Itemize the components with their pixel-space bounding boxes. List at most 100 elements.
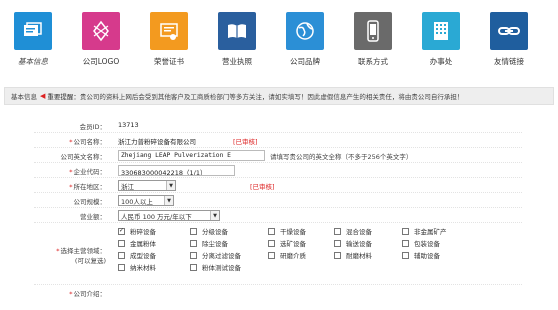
industry-option[interactable]: 包装设备 xyxy=(402,238,440,248)
chevron-down-icon[interactable]: ▼ xyxy=(210,211,219,220)
nav-item-building[interactable]: 办事处 xyxy=(418,12,464,67)
nav-item-certificate[interactable]: 荣誉证书 xyxy=(146,12,192,67)
nav-item-globe[interactable]: 公司品牌 xyxy=(282,12,328,67)
region-status: [已审核] xyxy=(250,183,275,191)
industry-option[interactable]: 选矿设备 xyxy=(268,238,306,248)
industry-option[interactable]: 除尘设备 xyxy=(190,238,228,248)
top-nav: 基本信息 公司LOGO 荣誉证书 营业执照 公司品牌 联系方式 办事处 友情链接 xyxy=(0,0,558,80)
checkbox[interactable] xyxy=(402,251,409,259)
link-icon xyxy=(490,12,528,50)
industry-option[interactable]: 研磨介质 xyxy=(268,250,306,260)
checkbox-label: 包装设备 xyxy=(414,240,440,248)
nav-item-label: 营业执照 xyxy=(222,57,252,66)
scale-label: 公司规模： xyxy=(73,198,107,206)
checkbox-label: 干燥设备 xyxy=(280,228,306,236)
nav-item-label: 荣誉证书 xyxy=(154,57,184,66)
checkbox-label: 混合设备 xyxy=(346,228,372,236)
scale-select-value: 100人以上 xyxy=(121,197,153,206)
certificate-icon xyxy=(150,12,188,50)
industry-option[interactable]: 辅助设备 xyxy=(402,250,440,260)
industry-option[interactable]: 成型设备 xyxy=(118,250,156,260)
industry-option[interactable]: 混合设备 xyxy=(334,226,372,236)
checkbox[interactable] xyxy=(118,251,125,259)
notice-bold: 重要提醒： xyxy=(47,93,80,101)
nav-item-phone[interactable]: 联系方式 xyxy=(350,12,396,67)
region-select[interactable]: 浙江 ▼ xyxy=(118,180,176,191)
revenue-select[interactable]: 人民币 100 万元/年以下 ▼ xyxy=(118,210,220,221)
row-main-industry: *选择主营领域： (可以复选) ✓ 粉碎设备 分级设备 干燥设备 混合设备 非金属矿产 金属… xyxy=(34,223,522,285)
checkbox-label: 纳米材料 xyxy=(130,264,156,272)
revenue-select-value: 人民币 100 万元/年以下 xyxy=(121,212,192,221)
checkbox-label: 非金属矿产 xyxy=(414,228,447,236)
basic-info-form: 会员ID： 13713 *公司名称： 浙江力普粉碎设备有限公司 [已审核] 公司… xyxy=(34,118,522,300)
globe-icon xyxy=(286,12,324,50)
notice-text: 贵公司的资料上网后会受到其他客户及工商质检部门等多方关注，请如实填写！因此虚假信… xyxy=(79,93,464,101)
checkbox-label: 研磨介质 xyxy=(280,252,306,260)
checkbox-label: 分级设备 xyxy=(202,228,228,236)
row-intro: *公司介绍： xyxy=(34,285,522,300)
notice-prefix: 基本信息 xyxy=(11,93,37,101)
nav-item-label: 联系方式 xyxy=(358,57,388,66)
industry-option[interactable]: 输送设备 xyxy=(334,238,372,248)
row-scale: 公司规模： 100人以上 ▼ xyxy=(34,193,522,208)
industry-option[interactable]: 粉体测试设备 xyxy=(190,262,241,272)
checkbox[interactable] xyxy=(268,251,275,259)
checkbox-label: 金属粉体 xyxy=(130,240,156,248)
checkbox-label: 输送设备 xyxy=(346,240,372,248)
checkbox-label: 粉体测试设备 xyxy=(202,264,241,272)
checkbox[interactable] xyxy=(118,263,125,271)
checkbox[interactable] xyxy=(190,251,197,259)
company-name-value: 浙江力普粉碎设备有限公司 xyxy=(118,138,196,146)
row-revenue: 营业额： 人民币 100 万元/年以下 ▼ xyxy=(34,208,522,223)
checkbox[interactable] xyxy=(334,239,341,247)
checkbox[interactable] xyxy=(402,239,409,247)
chevron-down-icon[interactable]: ▼ xyxy=(166,181,175,190)
checkbox-label: 辅助设备 xyxy=(414,252,440,260)
industry-option[interactable]: 干燥设备 xyxy=(268,226,306,236)
nav-item-profile-card[interactable]: 基本信息 xyxy=(10,12,56,67)
enterprise-code-input[interactable]: 330683000042218（1/1） xyxy=(118,165,235,176)
row-english-name: 公司英文名称： Zhejiang LEAP Pulverization E 请填… xyxy=(34,148,522,163)
checkbox-label: 粉碎设备 xyxy=(130,228,156,236)
industry-option[interactable]: 非金属矿产 xyxy=(402,226,447,236)
english-name-label: 公司英文名称： xyxy=(60,153,107,161)
member-id-value: 13713 xyxy=(118,121,139,129)
member-id-label: 会员ID： xyxy=(79,123,106,131)
profile-card-icon xyxy=(14,12,52,50)
row-region: *所在地区： 浙江 ▼ [已审核] xyxy=(34,178,522,193)
checkbox-label: 除尘设备 xyxy=(202,240,228,248)
nav-item-license-book[interactable]: 营业执照 xyxy=(214,12,260,67)
english-name-input[interactable]: Zhejiang LEAP Pulverization E xyxy=(118,150,265,161)
company-name-label: *公司名称： xyxy=(69,138,106,146)
checkbox[interactable] xyxy=(190,227,197,235)
industry-option[interactable]: ✓ 粉碎设备 xyxy=(118,226,156,236)
nav-item-link[interactable]: 友情链接 xyxy=(486,12,532,67)
industry-option[interactable]: 分离过滤设备 xyxy=(190,250,241,260)
checkbox[interactable]: ✓ xyxy=(118,227,125,235)
checkbox[interactable] xyxy=(190,239,197,247)
nav-item-logo-shape[interactable]: 公司LOGO xyxy=(78,12,124,67)
row-member-id: 会员ID： 13713 xyxy=(34,118,522,133)
industry-option[interactable]: 耐磨材料 xyxy=(334,250,372,260)
scale-select[interactable]: 100人以上 ▼ xyxy=(118,195,174,206)
nav-item-label: 基本信息 xyxy=(18,57,48,66)
horn-icon: ◀ xyxy=(40,92,46,100)
checkbox[interactable] xyxy=(402,227,409,235)
checkbox[interactable] xyxy=(334,227,341,235)
checkbox[interactable] xyxy=(268,227,275,235)
industry-option[interactable]: 分级设备 xyxy=(190,226,228,236)
checkbox[interactable] xyxy=(334,251,341,259)
intro-label: *公司介绍： xyxy=(69,290,106,298)
industry-option[interactable]: 纳米材料 xyxy=(118,262,156,272)
checkbox[interactable] xyxy=(268,239,275,247)
chevron-down-icon[interactable]: ▼ xyxy=(164,196,173,205)
checkbox[interactable] xyxy=(118,239,125,247)
checkbox-label: 成型设备 xyxy=(130,252,156,260)
checkbox[interactable] xyxy=(190,263,197,271)
checkbox-label: 耐磨材料 xyxy=(346,252,372,260)
region-select-value: 浙江 xyxy=(121,182,134,191)
industry-option[interactable]: 金属粉体 xyxy=(118,238,156,248)
english-name-hint: 请填写贵公司的英文全称（不多于256个英文字） xyxy=(270,153,413,161)
row-enterprise-code: *企业代码： 330683000042218（1/1） xyxy=(34,163,522,178)
notice-bar: 基本信息 ◀ 重要提醒： 贵公司的资料上网后会受到其他客户及工商质检部门等多方关… xyxy=(4,87,554,105)
